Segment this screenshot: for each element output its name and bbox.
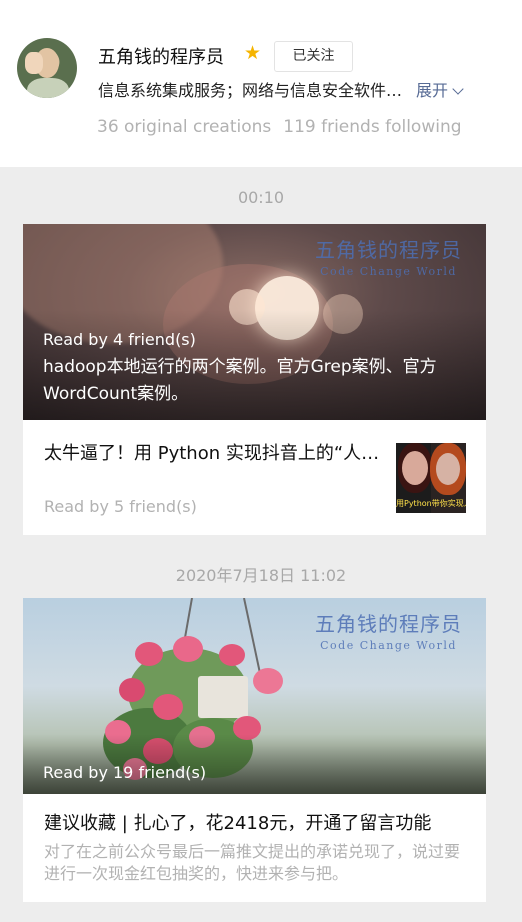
follow-button[interactable]: 已关注 [274,41,353,72]
article-group: 五角钱的程序员 Code Change World Read by 4 frie… [23,224,486,535]
star-icon: ★ [244,42,262,64]
lead-article-title[interactable]: hadoop本地运行的两个案例。官方Grep案例、官方WordCount案例。 [43,354,473,408]
lead-read-count: Read by 19 friend(s) [43,763,207,782]
cover-watermark: 五角钱的程序员 Code Change World [315,608,462,652]
lead-read-count: Read by 4 friend(s) [43,330,196,349]
lead-article-cover[interactable]: 五角钱的程序员 Code Change World Read by 19 fri… [23,598,486,794]
expand-label: 展开 [416,81,449,100]
article-list-item[interactable]: 太牛逼了！用 Python 实现抖音上的“人像动漫化”特效 Read by 5 … [23,420,486,535]
watermark-subtitle: Code Change World [320,265,457,278]
chevron-down-icon [452,83,464,95]
expand-button[interactable]: 展开 [416,77,464,101]
lead-article-cover[interactable]: 五角钱的程序员 Code Change World Read by 4 frie… [23,224,486,420]
original-creations-count[interactable]: 36 original creations [97,117,271,137]
watermark-title: 五角钱的程序员 [315,612,462,636]
account-header: 五角钱的程序员 ★ 已关注 信息系统集成服务；网络与信息安全软件开发 展开 36… [0,0,522,167]
account-avatar[interactable] [17,38,77,98]
article-read-count: Read by 5 friend(s) [44,497,197,516]
friends-following-count[interactable]: 119 friends following [283,117,461,137]
message-timestamp: 00:10 [237,188,285,207]
cover-watermark: 五角钱的程序员 Code Change World [315,234,462,278]
article-list-item[interactable]: 建议收藏 | 扎心了，花2418元，开通了留言功能 对了在之前公众号最后一篇推文… [23,794,486,902]
article-title[interactable]: 太牛逼了！用 Python 实现抖音上的“人像动漫化”特效 [44,439,389,465]
thumbnail-caption: 用Python带你实现人像 [396,499,466,508]
message-timestamp: 2020年7月18日 11:02 [175,566,347,585]
watermark-title: 五角钱的程序员 [315,238,462,262]
account-stats: 36 original creations 119 friends followi… [97,117,462,137]
account-name[interactable]: 五角钱的程序员 [98,43,224,69]
account-description: 信息系统集成服务；网络与信息安全软件开发 [98,81,403,100]
article-digest: 对了在之前公众号最后一篇推文提出的承诺兑现了，说过要进行一次现金红包抽奖的，快进… [44,842,461,883]
watermark-subtitle: Code Change World [320,639,457,652]
article-group: 五角钱的程序员 Code Change World Read by 19 fri… [23,598,486,902]
article-thumbnail[interactable]: 用Python带你实现人像 [396,443,466,513]
article-title[interactable]: 建议收藏 | 扎心了，花2418元，开通了留言功能 [44,809,474,835]
